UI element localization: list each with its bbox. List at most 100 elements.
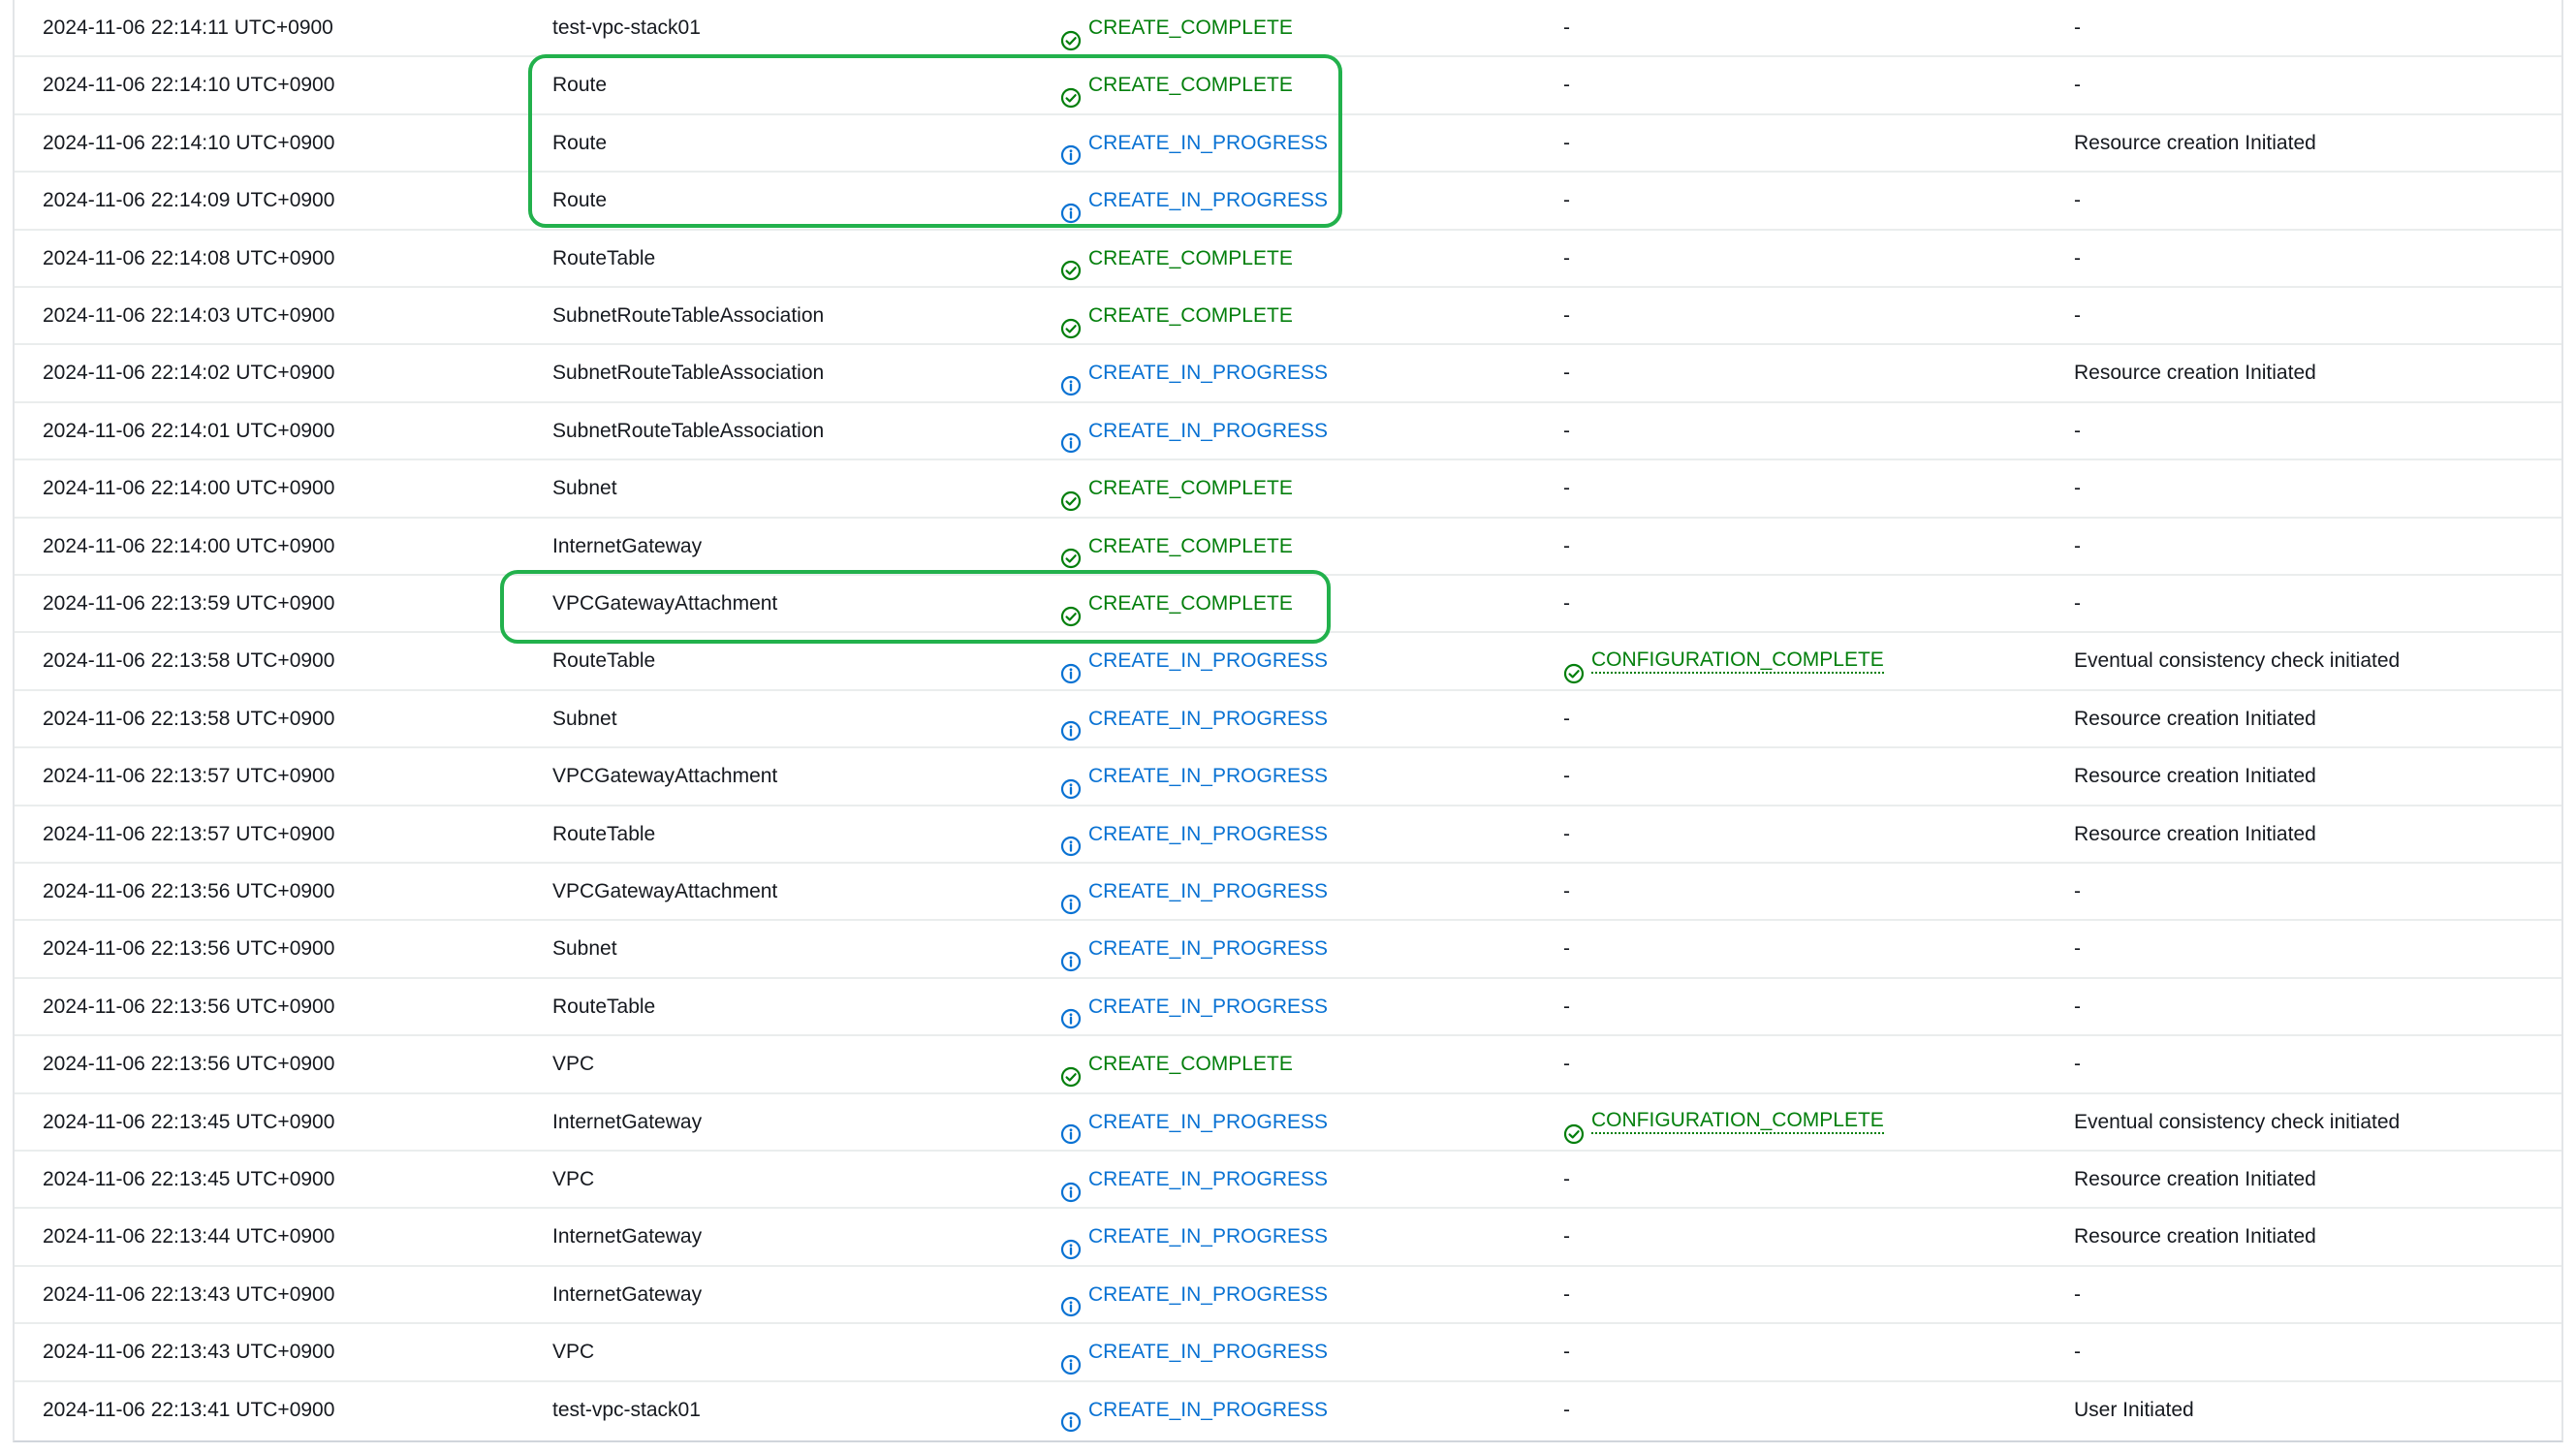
status-reason: Eventual consistency check initiated (2074, 649, 2401, 673)
detailed-status: - (1563, 880, 1570, 902)
table-row: 2024-11-06 22:13:56 UTC+0900 VPC CREATE_CO… (15, 1036, 2561, 1094)
event-timestamp: 2024-11-06 22:13:41 UTC+0900 (43, 1398, 335, 1421)
logical-id: RouteTable (552, 995, 656, 1018)
check-circle-icon (1060, 1054, 1082, 1087)
status-cell: CREATE_COMPLETE (1060, 231, 1293, 286)
info-circle-icon (1060, 881, 1082, 914)
status-reason: - (2074, 419, 2081, 442)
detailed-status: - (1563, 477, 1570, 500)
status-reason: User Initiated (2074, 1398, 2194, 1421)
event-timestamp: 2024-11-06 22:13:43 UTC+0900 (43, 1341, 335, 1364)
info-circle-icon (1060, 1342, 1082, 1375)
table-row: 2024-11-06 22:13:58 UTC+0900 Subnet CREATE… (15, 691, 2561, 749)
logical-id: Route (552, 131, 608, 154)
status-reason: - (2074, 880, 2081, 902)
status-cell: CREATE_IN_PROGRESS (1060, 748, 1328, 804)
event-timestamp: 2024-11-06 22:13:56 UTC+0900 (43, 995, 335, 1018)
info-circle-icon (1060, 823, 1082, 857)
table-row: 2024-11-06 22:14:03 UTC+0900 SubnetRouteT… (15, 288, 2561, 346)
status-label: CREATE_COMPLETE (1088, 477, 1293, 500)
logical-id: InternetGateway (552, 1110, 703, 1133)
status-cell: CREATE_COMPLETE (1060, 460, 1293, 516)
status-reason: Resource creation Initiated (2074, 822, 2316, 845)
logical-id: Route (552, 74, 608, 97)
logical-id: VPC (552, 1341, 595, 1364)
status-cell: CREATE_IN_PROGRESS (1060, 173, 1328, 228)
status-reason: Resource creation Initiated (2074, 362, 2316, 385)
status-label: CREATE_IN_PROGRESS (1088, 1398, 1329, 1421)
event-timestamp: 2024-11-06 22:14:00 UTC+0900 (43, 477, 335, 500)
table-row: 2024-11-06 22:13:56 UTC+0900 RouteTable CR… (15, 979, 2561, 1037)
detailed-status-link[interactable]: CONFIGURATION_COMPLETE (1591, 648, 1884, 674)
info-circle-icon (1060, 708, 1082, 742)
event-timestamp: 2024-11-06 22:13:58 UTC+0900 (43, 707, 335, 730)
logical-id: InternetGateway (552, 1225, 703, 1249)
status-label: CREATE_IN_PROGRESS (1088, 1341, 1329, 1364)
status-cell: CREATE_IN_PROGRESS (1060, 806, 1328, 862)
status-label: CREATE_IN_PROGRESS (1088, 419, 1329, 442)
status-label: CREATE_IN_PROGRESS (1088, 765, 1329, 788)
status-reason: - (2074, 1053, 2081, 1076)
check-circle-icon (1060, 17, 1082, 50)
event-timestamp: 2024-11-06 22:13:57 UTC+0900 (43, 765, 335, 788)
logical-id: Subnet (552, 477, 617, 500)
detailed-status: - (1563, 419, 1570, 442)
status-cell: CREATE_COMPLETE (1060, 576, 1293, 631)
status-cell: CREATE_IN_PROGRESS (1060, 1324, 1328, 1379)
detailed-status: - (1563, 1053, 1570, 1076)
event-timestamp: 2024-11-06 22:13:56 UTC+0900 (43, 880, 335, 902)
info-circle-icon (1060, 650, 1082, 683)
event-timestamp: 2024-11-06 22:14:08 UTC+0900 (43, 246, 335, 269)
logical-id: RouteTable (552, 649, 656, 673)
status-label: CREATE_COMPLETE (1088, 16, 1293, 39)
detailed-status: - (1563, 707, 1570, 730)
status-cell: CREATE_IN_PROGRESS (1060, 1209, 1328, 1264)
logical-id: RouteTable (552, 246, 656, 269)
status-reason: - (2074, 246, 2081, 269)
event-timestamp: 2024-11-06 22:13:44 UTC+0900 (43, 1225, 335, 1249)
status-cell: CREATE_COMPLETE (1060, 0, 1293, 55)
detailed-status: - (1563, 1341, 1570, 1364)
event-timestamp: 2024-11-06 22:14:11 UTC+0900 (43, 16, 333, 39)
detailed-status-link[interactable]: CONFIGURATION_COMPLETE (1591, 1109, 1884, 1135)
detailed-status-cell: CONFIGURATION_COMPLETE (1563, 1094, 1884, 1150)
status-cell: CREATE_IN_PROGRESS (1060, 1382, 1328, 1438)
status-reason: - (2074, 189, 2081, 212)
detailed-status: - (1563, 592, 1570, 615)
status-reason: - (2074, 937, 2081, 961)
event-timestamp: 2024-11-06 22:13:58 UTC+0900 (43, 649, 335, 673)
info-circle-icon (1060, 996, 1082, 1029)
info-circle-icon (1060, 420, 1082, 454)
status-reason: - (2074, 592, 2081, 615)
info-circle-icon (1060, 1111, 1082, 1145)
logical-id: VPC (552, 1168, 595, 1190)
detailed-status: - (1563, 534, 1570, 557)
table-row: 2024-11-06 22:13:57 UTC+0900 VPCGatewayAt… (15, 748, 2561, 806)
info-circle-icon (1060, 190, 1082, 223)
status-reason: Resource creation Initiated (2074, 1225, 2316, 1249)
info-circle-icon (1060, 766, 1082, 799)
status-reason: Resource creation Initiated (2074, 1168, 2316, 1190)
info-circle-icon (1060, 363, 1082, 395)
table-row: 2024-11-06 22:13:43 UTC+0900 InternetGate… (15, 1267, 2561, 1325)
table-row: 2024-11-06 22:14:10 UTC+0900 Route CREATE_… (15, 57, 2561, 115)
check-circle-icon (1563, 650, 1585, 683)
table-row: 2024-11-06 22:13:43 UTC+0900 VPC CREATE_IN… (15, 1324, 2561, 1382)
status-reason: - (2074, 477, 2081, 500)
status-label: CREATE_IN_PROGRESS (1088, 880, 1329, 902)
detailed-status: - (1563, 304, 1570, 327)
detailed-status: - (1563, 246, 1570, 269)
check-circle-icon (1060, 478, 1082, 511)
table-row: 2024-11-06 22:13:59 UTC+0900 VPCGatewayAt… (15, 576, 2561, 634)
status-reason: - (2074, 1282, 2081, 1306)
status-label: CREATE_IN_PROGRESS (1088, 1225, 1329, 1249)
logical-id: Route (552, 189, 608, 212)
status-cell: CREATE_COMPLETE (1060, 288, 1293, 343)
status-cell: CREATE_COMPLETE (1060, 1036, 1293, 1091)
status-label: CREATE_COMPLETE (1088, 534, 1293, 557)
detailed-status: - (1563, 1225, 1570, 1249)
status-cell: CREATE_IN_PROGRESS (1060, 1152, 1328, 1207)
logical-id: test-vpc-stack01 (552, 1398, 701, 1421)
logical-id: SubnetRouteTableAssociation (552, 419, 825, 442)
detailed-status: - (1563, 1168, 1570, 1190)
